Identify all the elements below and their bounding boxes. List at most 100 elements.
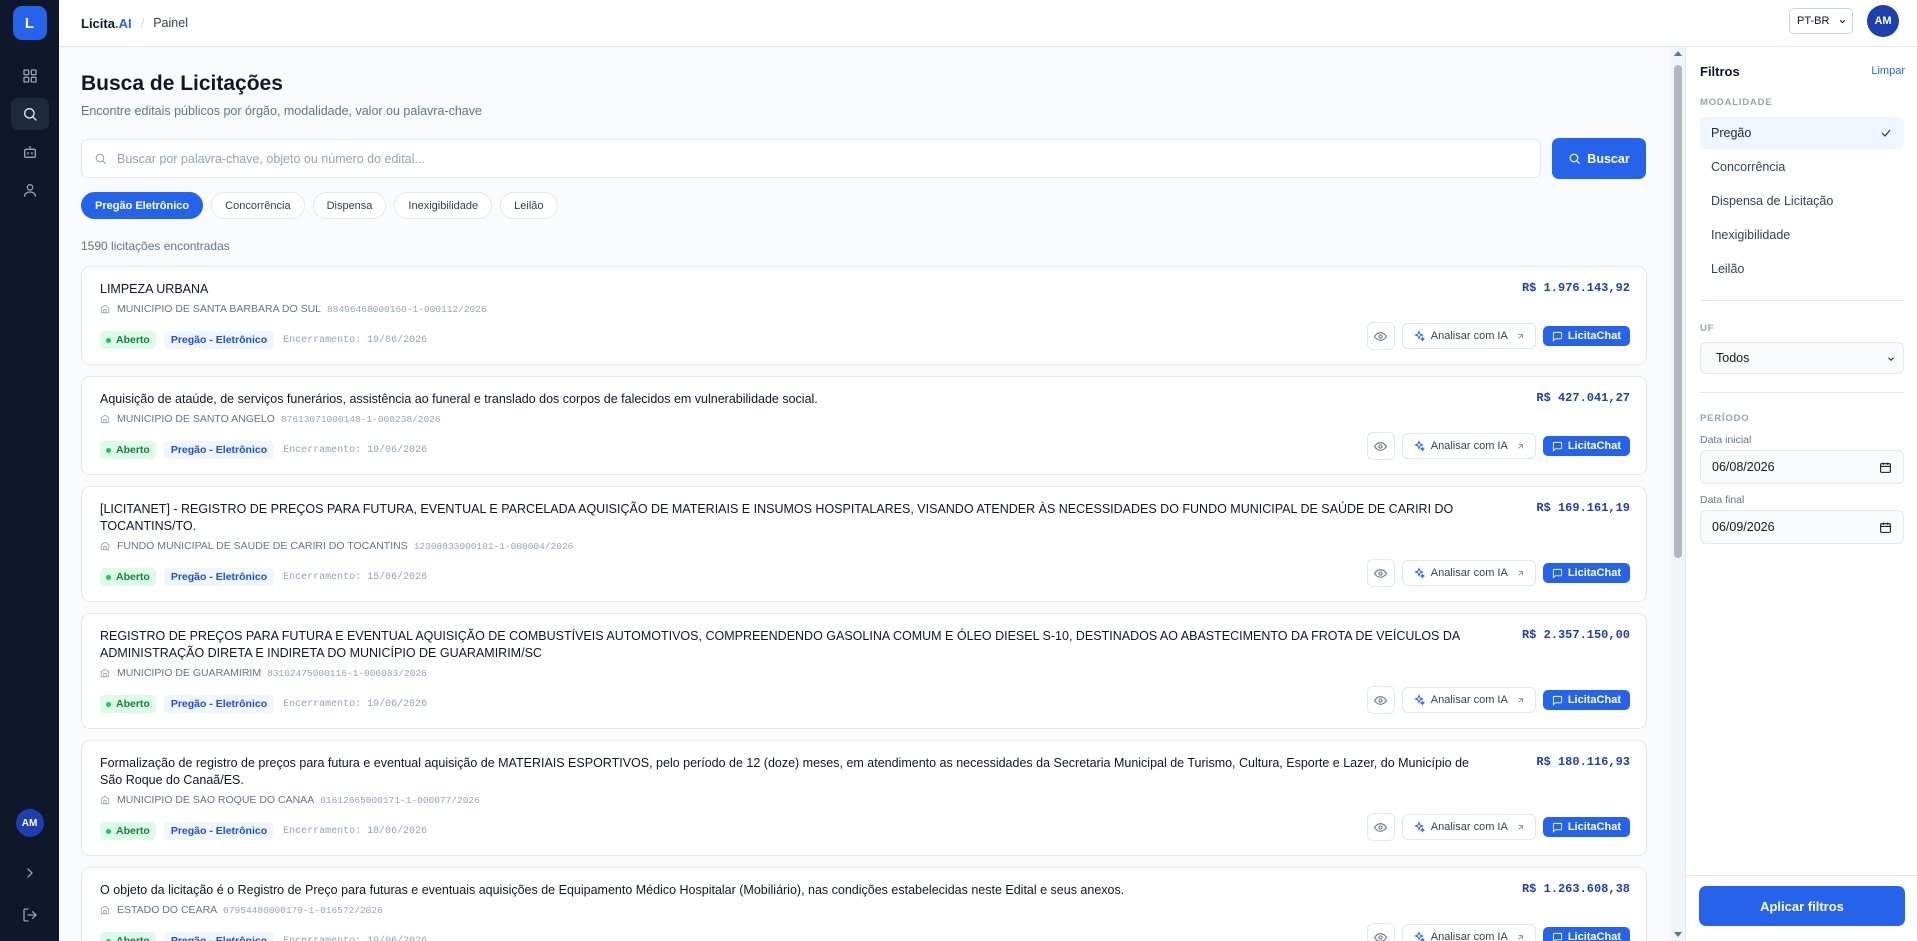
card-title[interactable]: [LICITANET] - REGISTRO DE PREÇOS PARA FU…: [100, 501, 1485, 535]
calendar-icon[interactable]: [1879, 461, 1892, 474]
calendar-icon[interactable]: [1879, 521, 1892, 534]
search-button-label: Buscar: [1587, 151, 1630, 166]
chip-concorrencia[interactable]: Concorrência: [211, 192, 305, 219]
modality-option-label: Pregão: [1711, 126, 1752, 140]
filters-title: Filtros: [1700, 64, 1740, 79]
licitachat-button[interactable]: LicitaChat: [1542, 563, 1630, 583]
card-title[interactable]: Formalização de registro de preços para …: [100, 755, 1485, 789]
logout-button[interactable]: [11, 899, 49, 931]
licitachat-button[interactable]: LicitaChat: [1542, 927, 1630, 941]
sparkles-icon: [1413, 440, 1425, 452]
scrollbar-thumb[interactable]: [1674, 65, 1682, 558]
card-title[interactable]: LIMPEZA URBANA: [100, 281, 1485, 298]
nav-assistant[interactable]: [11, 136, 49, 168]
result-card[interactable]: Aquisição de ataúde, de serviços funerár…: [81, 376, 1647, 475]
language-select[interactable]: PT-BR: [1789, 8, 1853, 34]
card-value: R$ 169.161,19: [1536, 501, 1630, 515]
chip-pregao-eletronico[interactable]: Pregão Eletrônico: [81, 192, 204, 219]
analyze-ai-button[interactable]: Analisar com IA: [1401, 814, 1536, 840]
card-title[interactable]: O objeto da licitação é o Registro de Pr…: [100, 882, 1485, 899]
main-scrollbar[interactable]: [1671, 47, 1685, 941]
licitachat-label: LicitaChat: [1567, 567, 1621, 579]
modality-option-concorrencia[interactable]: Concorrência: [1700, 151, 1904, 183]
org-name: MUNICIPIO DE GUARAMIRIM: [117, 667, 262, 679]
search-input[interactable]: [117, 151, 1497, 166]
end-date-input[interactable]: 06/09/2026: [1700, 510, 1904, 544]
org-name: FUNDO MUNICIPAL DE SAUDE DE CARIRI DO TO…: [117, 540, 408, 552]
deadline: Encerramento: 19/06/2026: [283, 935, 428, 941]
chip-inexigibilidade[interactable]: Inexigibilidade: [394, 192, 493, 219]
search-button[interactable]: Buscar: [1552, 138, 1646, 179]
view-button[interactable]: [1366, 559, 1395, 587]
nav-dashboard[interactable]: [11, 60, 49, 92]
status-badge: Aberto: [100, 568, 156, 586]
status-badge: Aberto: [100, 331, 156, 349]
card-actions: Analisar com IA LicitaChat: [1366, 923, 1630, 941]
sidebar-avatar[interactable]: AM: [15, 809, 44, 837]
result-card[interactable]: REGISTRO DE PREÇOS PARA FUTURA E EVENTUA…: [81, 613, 1647, 729]
result-card[interactable]: [LICITANET] - REGISTRO DE PREÇOS PARA FU…: [81, 486, 1647, 602]
analyze-ai-button[interactable]: Analisar com IA: [1401, 323, 1536, 349]
card-actions: Analisar com IA LicitaChat: [1366, 432, 1630, 460]
chip-dispensa[interactable]: Dispensa: [312, 192, 387, 219]
edital-id: 07954480000179-1-016572/2026: [223, 904, 383, 916]
modality-option-inexigibilidade[interactable]: Inexigibilidade: [1700, 219, 1904, 251]
app-logo[interactable]: L: [12, 6, 47, 40]
deadline: Encerramento: 18/06/2026: [283, 825, 428, 837]
view-button[interactable]: [1366, 923, 1395, 941]
scroll-up-arrow[interactable]: [1674, 51, 1682, 56]
analyze-ai-button[interactable]: Analisar com IA: [1401, 433, 1536, 459]
deadline: Encerramento: 19/06/2026: [283, 334, 428, 346]
analyze-ai-button[interactable]: Analisar com IA: [1401, 924, 1536, 941]
result-card[interactable]: Formalização de registro de preços para …: [81, 740, 1647, 856]
search-box[interactable]: [81, 139, 1541, 178]
uf-value: Todos: [1716, 351, 1750, 365]
nav-profile[interactable]: [11, 174, 49, 206]
bot-icon: [23, 146, 36, 158]
card-title[interactable]: REGISTRO DE PREÇOS PARA FUTURA E EVENTUA…: [100, 628, 1485, 662]
view-button[interactable]: [1366, 686, 1395, 714]
start-date-value: 06/08/2026: [1712, 460, 1775, 474]
card-organization: MUNICIPIO DE SANTO ANGELO 87613071000148-…: [100, 413, 1630, 425]
result-card[interactable]: LIMPEZA URBANA R$ 1.976.143,92 MUNICIPIO D…: [81, 266, 1647, 365]
analyze-ai-label: Analisar com IA: [1430, 821, 1508, 833]
analyze-ai-button[interactable]: Analisar com IA: [1401, 687, 1536, 713]
scroll-down-arrow[interactable]: [1674, 932, 1682, 937]
breadcrumb[interactable]: Painel: [153, 16, 188, 30]
deadline: Encerramento: 15/06/2026: [283, 571, 428, 583]
view-button[interactable]: [1366, 322, 1395, 350]
filters-panel: Filtros Limpar MODALIDADE Pregão Concorr…: [1685, 47, 1917, 941]
modality-option-dispensa[interactable]: Dispensa de Licitação: [1700, 185, 1904, 217]
uf-select[interactable]: Todos: [1700, 342, 1904, 374]
clear-filters-link[interactable]: Limpar: [1871, 65, 1905, 77]
status-dot-icon: [106, 447, 111, 453]
building-icon: [100, 304, 110, 314]
view-button[interactable]: [1366, 813, 1395, 841]
user-avatar[interactable]: AM: [1867, 5, 1899, 37]
divider: [1700, 300, 1904, 301]
expand-sidebar-button[interactable]: [11, 857, 49, 889]
language-value: PT-BR: [1797, 15, 1830, 27]
sparkles-icon: [1413, 821, 1425, 833]
card-title[interactable]: Aquisição de ataúde, de serviços funerár…: [100, 391, 1485, 408]
modality-chips: Pregão Eletrônico Concorrência Dispensa …: [81, 192, 558, 219]
modality-badge: Pregão - Eletrônico: [163, 568, 275, 586]
brand-name[interactable]: Licita.AI: [81, 16, 132, 31]
view-button[interactable]: [1366, 432, 1395, 460]
status-dot-icon: [106, 337, 111, 343]
divider: [1700, 392, 1904, 393]
result-card[interactable]: O objeto da licitação é o Registro de Pr…: [81, 867, 1647, 941]
licitachat-button[interactable]: LicitaChat: [1542, 817, 1630, 837]
modality-option-pregao[interactable]: Pregão: [1700, 117, 1904, 149]
analyze-ai-button[interactable]: Analisar com IA: [1401, 560, 1536, 586]
nav-search[interactable]: [10, 98, 49, 130]
licitachat-button[interactable]: LicitaChat: [1542, 326, 1630, 346]
apply-filters-button[interactable]: Aplicar filtros: [1699, 886, 1905, 926]
search-icon: [95, 153, 106, 164]
modality-option-leilao[interactable]: Leilão: [1700, 253, 1904, 285]
status-badge: Aberto: [100, 822, 156, 840]
licitachat-button[interactable]: LicitaChat: [1542, 690, 1630, 710]
start-date-input[interactable]: 06/08/2026: [1700, 450, 1904, 484]
licitachat-button[interactable]: LicitaChat: [1542, 436, 1630, 456]
chip-leilao[interactable]: Leilão: [500, 192, 558, 219]
